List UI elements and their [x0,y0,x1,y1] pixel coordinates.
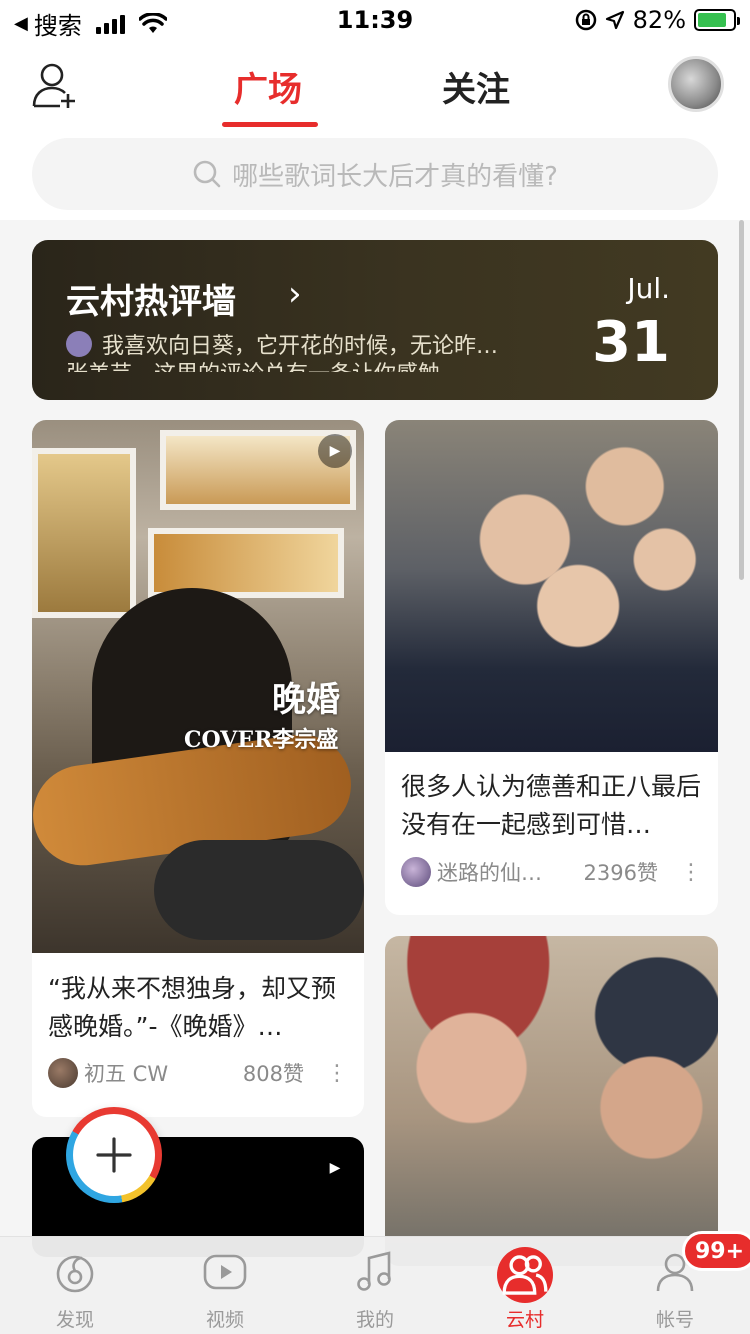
image-overlay-subtitle: COVER李宗盛 [184,727,339,753]
search-placeholder: 哪些歌词长大后才真的看懂? [232,161,558,192]
post-card[interactable]: 晚婚 COVER李宗盛 ▶ “我从来不想独身，却又预感晚婚。”-《晚婚》… 初五… [32,420,364,1117]
painting-decoration [32,448,136,618]
post-title: “我从来不想独身，却又预感晚婚。”-《晚婚》… [48,974,336,1041]
post-card[interactable]: 很多人认为德善和正八最后没有在一起感到可惜… 迷路的仙… 2396赞 ⋮ [385,420,718,915]
banner-day: 31 [592,310,670,375]
tab-following[interactable]: 关注 [442,62,510,111]
header: 广场 关注 哪些歌词长大后才真的看懂? [0,42,750,220]
tabbar-label: 发现 [55,1309,94,1331]
battery-icon [694,9,740,31]
play-icon: ▶ [318,434,352,468]
post-footer: 迷路的仙… 2396赞 ⋮ [401,854,702,890]
banner-title: 云村热评墙 [66,282,236,322]
create-post-inner [73,1114,155,1196]
active-tab-indicator [222,122,318,127]
scrollbar[interactable] [739,220,744,580]
post-image: 晚婚 COVER李宗盛 ▶ [32,420,364,953]
tabbar-label: 我的 [355,1309,394,1331]
notification-badge: 99+ [682,1231,750,1271]
play-icon: ▶ [318,1151,352,1185]
like-count[interactable]: 808赞 [243,1058,304,1088]
tabbar-item-video[interactable]: 视频 [150,1237,300,1334]
create-post-button[interactable] [66,1107,162,1203]
tabbar-item-community[interactable]: 云村 [450,1237,600,1334]
discover-icon [56,1255,94,1293]
painting-decoration [148,528,344,598]
plus-icon [96,1137,132,1173]
banner-month: Jul. [627,272,670,305]
author-avatar[interactable] [48,1058,78,1088]
search-bar[interactable]: 哪些歌词长大后才真的看懂? [32,138,718,210]
tabbar-label: 云村 [505,1309,544,1331]
post-card[interactable] [385,936,718,1266]
like-count[interactable]: 2396赞 [584,857,658,887]
hot-comments-banner[interactable]: 云村热评墙 › 我喜欢向日葵，它开花的时候，无论昨… 张美芸 这里的评论总有一条… [32,240,718,400]
chevron-right-icon: › [288,274,302,314]
battery-fill [698,13,726,27]
battery-percent: 82% [632,6,686,34]
tabbar-label: 视频 [205,1309,244,1331]
location-arrow-icon [605,10,624,30]
tab-plaza[interactable]: 广场 [234,62,302,111]
search-icon [193,160,221,188]
more-icon[interactable]: ⋮ [680,860,702,885]
tabbar-label: 帐号 [655,1309,694,1331]
author-name[interactable]: 迷路的仙… [437,857,584,887]
post-image [385,420,718,752]
add-friend-icon[interactable] [30,60,80,110]
active-tab-bubble [497,1247,553,1303]
tabbar-item-account[interactable]: 帐号 99+ [600,1231,750,1334]
status-bar: ◀ 搜索 11:39 82% [0,0,750,42]
post-title: 很多人认为德善和正八最后没有在一起感到可惜… [401,772,702,839]
banner-comment-line-2: 张美芸 这里的评论总有一条让你感触 [66,356,440,372]
tabbar-item-discover[interactable]: 发现 [0,1237,150,1334]
music-note-icon [357,1251,391,1291]
post-footer: 初五 CW 808赞 ⋮ [48,1055,348,1091]
video-icon [203,1254,247,1290]
community-icon [502,1255,548,1295]
author-avatar[interactable] [401,857,431,887]
post-image [385,936,718,1266]
tabbar-item-mine[interactable]: 我的 [300,1237,450,1334]
author-name[interactable]: 初五 CW [84,1058,243,1088]
orientation-lock-icon [575,9,596,31]
more-icon[interactable]: ⋮ [326,1061,348,1086]
microphone-cover-shape [154,840,364,940]
image-overlay-title: 晚婚 [272,680,340,720]
user-avatar[interactable] [668,56,724,112]
bottom-tab-bar: 发现 视频 我的 云村 帐号 99+ [0,1231,750,1334]
commenter-avatar [66,331,92,357]
